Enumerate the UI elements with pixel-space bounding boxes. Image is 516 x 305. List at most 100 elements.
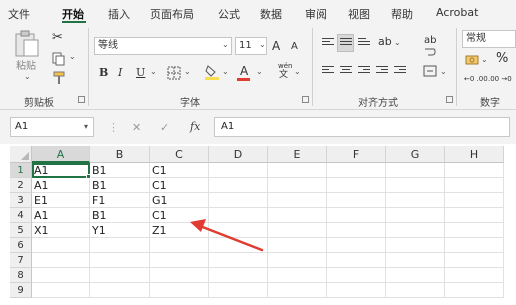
align-middle-icon[interactable] <box>340 38 352 48</box>
wrap-text-button[interactable]: ab <box>424 34 436 48</box>
cell-c7[interactable] <box>150 253 209 268</box>
cell-d7[interactable] <box>209 253 268 268</box>
cell-b1[interactable]: B1 <box>90 163 150 178</box>
underline-button[interactable]: U <box>136 66 145 80</box>
row-header-5[interactable]: 5 <box>10 223 32 238</box>
fill-color-dropdown-icon[interactable]: ⌄ <box>222 67 229 76</box>
cell-f3[interactable] <box>327 193 386 208</box>
number-format-select[interactable]: 常规 <box>462 30 516 48</box>
cell-d5[interactable] <box>209 223 268 238</box>
paste-button[interactable]: 粘贴 ⌄ <box>10 30 44 81</box>
align-top-icon[interactable] <box>322 38 334 48</box>
cell-h7[interactable] <box>445 253 504 268</box>
merge-dropdown-icon[interactable]: ⌄ <box>440 67 447 76</box>
insert-function-icon[interactable]: fx <box>190 120 200 133</box>
cell-e9[interactable] <box>268 283 327 298</box>
cell-e2[interactable] <box>268 178 327 193</box>
underline-dropdown-icon[interactable]: ⌄ <box>150 67 157 76</box>
row-header-8[interactable]: 8 <box>10 268 32 283</box>
cell-e4[interactable] <box>268 208 327 223</box>
menu-help[interactable]: 帮助 <box>391 6 413 22</box>
cell-g6[interactable] <box>386 238 445 253</box>
font-name-dropdown-icon[interactable]: ⌄ <box>222 40 229 49</box>
cell-c3[interactable]: G1 <box>150 193 209 208</box>
cell-e6[interactable] <box>268 238 327 253</box>
cancel-icon[interactable]: ✕ <box>132 121 141 134</box>
cell-f8[interactable] <box>327 268 386 283</box>
menu-insert[interactable]: 插入 <box>108 6 130 22</box>
cell-f6[interactable] <box>327 238 386 253</box>
row-header-1[interactable]: 1 <box>10 163 32 178</box>
cell-a1[interactable]: A1 <box>32 163 90 178</box>
cell-a2[interactable]: A1 <box>32 178 90 193</box>
menu-file[interactable]: 文件 <box>8 6 30 22</box>
row-header-6[interactable]: 6 <box>10 238 32 253</box>
row-header-9[interactable]: 9 <box>10 283 32 298</box>
cell-g3[interactable] <box>386 193 445 208</box>
copy-icon[interactable] <box>52 52 66 66</box>
row-header-4[interactable]: 4 <box>10 208 32 223</box>
clipboard-launcher-icon[interactable] <box>78 96 85 103</box>
cell-g4[interactable] <box>386 208 445 223</box>
cell-d4[interactable] <box>209 208 268 223</box>
cell-b7[interactable] <box>90 253 150 268</box>
cell-h1[interactable] <box>445 163 504 178</box>
column-header-f[interactable]: F <box>327 146 386 163</box>
phonetic-dropdown-icon[interactable]: ⌄ <box>294 67 301 76</box>
cell-b6[interactable] <box>90 238 150 253</box>
cell-c6[interactable] <box>150 238 209 253</box>
cell-h3[interactable] <box>445 193 504 208</box>
menu-home[interactable]: 开始 <box>62 6 84 22</box>
cell-b9[interactable] <box>90 283 150 298</box>
menu-formulas[interactable]: 公式 <box>218 6 240 22</box>
select-all-button[interactable] <box>10 146 32 163</box>
name-box[interactable]: A1 <box>10 117 94 137</box>
percent-button[interactable]: % <box>496 52 508 66</box>
align-bottom-icon[interactable] <box>358 38 370 48</box>
cell-f4[interactable] <box>327 208 386 223</box>
cell-d9[interactable] <box>209 283 268 298</box>
cell-e3[interactable] <box>268 193 327 208</box>
cell-b2[interactable]: B1 <box>90 178 150 193</box>
row-header-2[interactable]: 2 <box>10 178 32 193</box>
cell-h6[interactable] <box>445 238 504 253</box>
align-right-icon[interactable] <box>358 66 370 76</box>
shrink-font-button[interactable]: A <box>291 40 298 54</box>
cell-f7[interactable] <box>327 253 386 268</box>
cell-d3[interactable] <box>209 193 268 208</box>
alignment-launcher-icon[interactable] <box>446 96 453 103</box>
cell-b4[interactable]: B1 <box>90 208 150 223</box>
fill-handle[interactable] <box>86 174 91 179</box>
decrease-decimal-button[interactable]: .00 →0 <box>488 72 512 86</box>
cell-h4[interactable] <box>445 208 504 223</box>
cell-h5[interactable] <box>445 223 504 238</box>
column-header-d[interactable]: D <box>209 146 268 163</box>
currency-icon[interactable] <box>465 54 479 66</box>
font-color-dropdown-icon[interactable]: ⌄ <box>256 67 263 76</box>
phonetic-button-char[interactable]: 文 <box>279 70 288 80</box>
cell-a8[interactable] <box>32 268 90 283</box>
cell-a3[interactable]: E1 <box>32 193 90 208</box>
italic-button[interactable]: I <box>118 66 122 80</box>
cell-e7[interactable] <box>268 253 327 268</box>
phonetic-button-top[interactable]: wén <box>278 62 292 70</box>
cell-c9[interactable] <box>150 283 209 298</box>
menu-page-layout[interactable]: 页面布局 <box>150 6 194 22</box>
cell-c8[interactable] <box>150 268 209 283</box>
currency-dropdown-icon[interactable]: ⌄ <box>481 55 488 64</box>
cell-f9[interactable] <box>327 283 386 298</box>
cell-d6[interactable] <box>209 238 268 253</box>
menu-review[interactable]: 审阅 <box>305 6 327 22</box>
cell-h2[interactable] <box>445 178 504 193</box>
cell-e8[interactable] <box>268 268 327 283</box>
name-box-dropdown-icon[interactable]: ▾ <box>84 122 88 131</box>
cell-g9[interactable] <box>386 283 445 298</box>
cell-a7[interactable] <box>32 253 90 268</box>
row-header-3[interactable]: 3 <box>10 193 32 208</box>
cell-c4[interactable]: C1 <box>150 208 209 223</box>
align-left-icon[interactable] <box>322 66 334 76</box>
cell-f1[interactable] <box>327 163 386 178</box>
border-icon[interactable] <box>167 66 181 80</box>
font-size-dropdown-icon[interactable]: ⌄ <box>259 40 266 49</box>
cell-g2[interactable] <box>386 178 445 193</box>
